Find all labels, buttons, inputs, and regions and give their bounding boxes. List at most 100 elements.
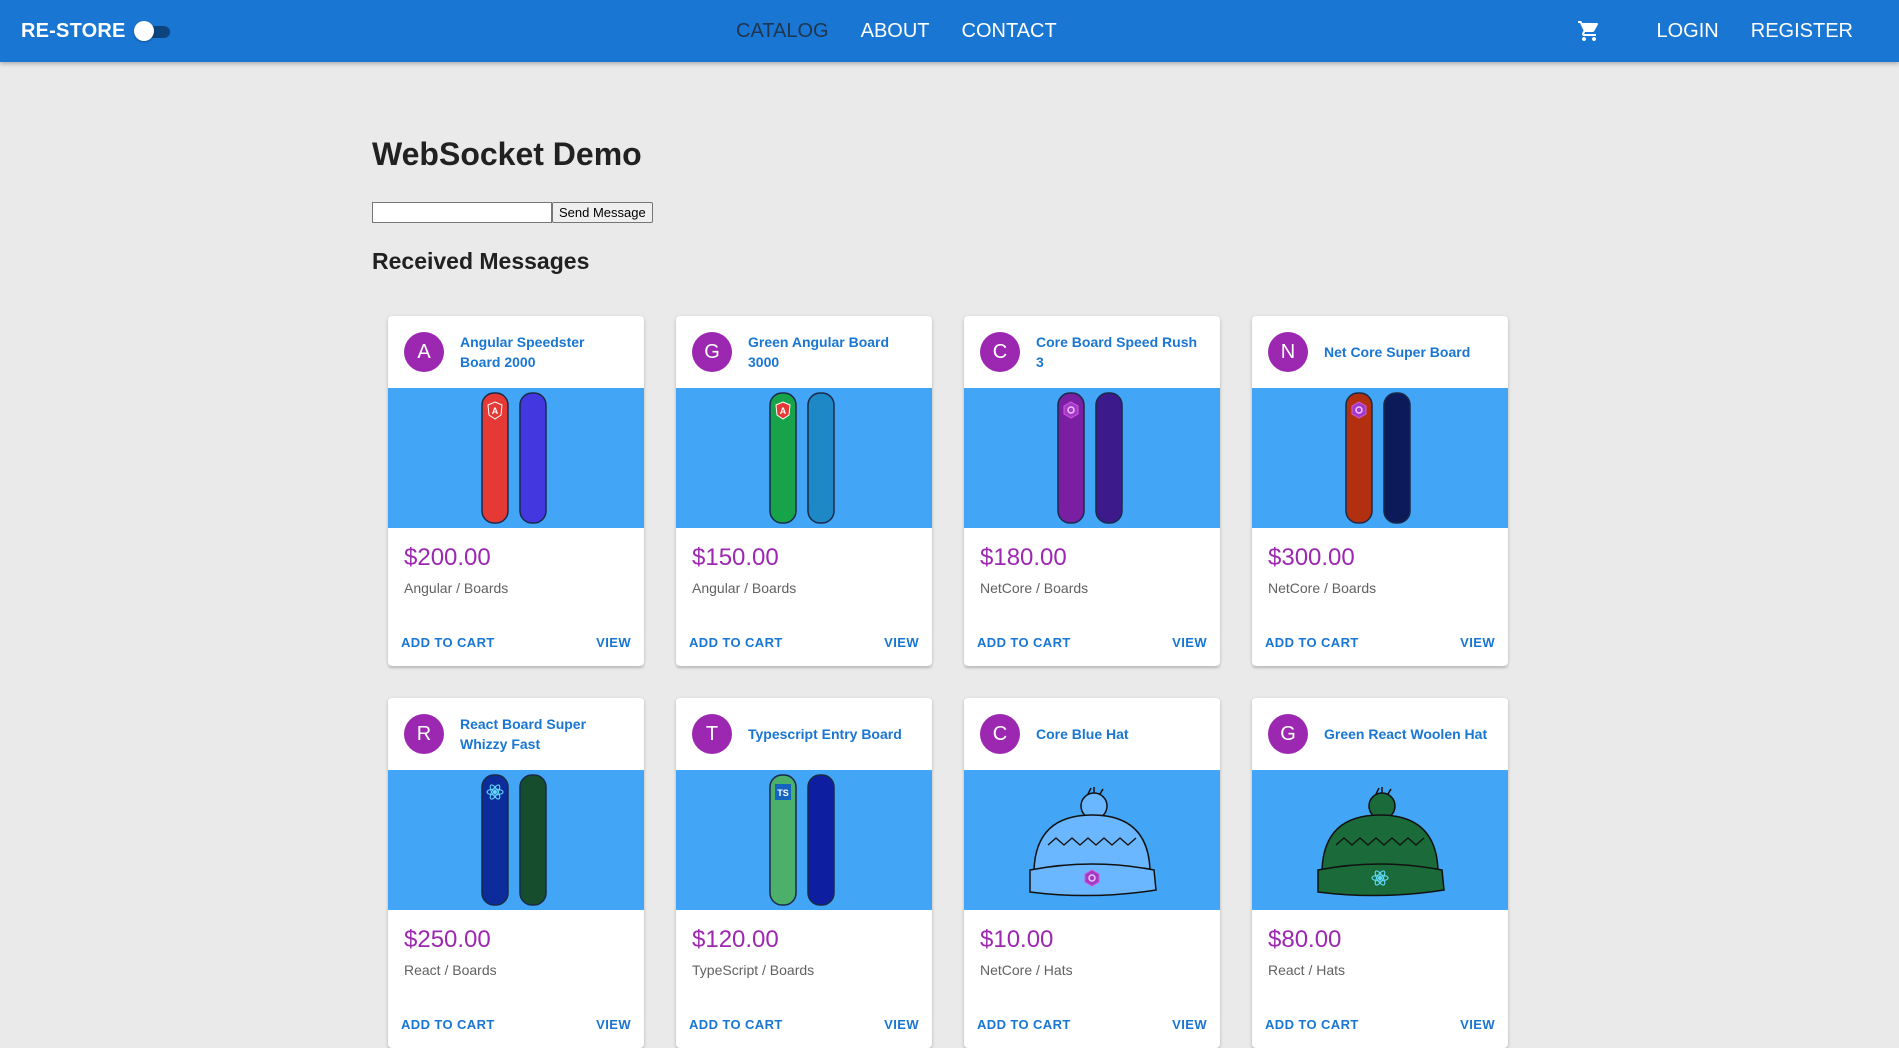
add-to-cart-button[interactable]: ADD TO CART: [972, 629, 1076, 656]
product-card: T Typescript Entry Board TS $120.00 Type…: [676, 698, 932, 1048]
svg-text:A: A: [780, 406, 787, 416]
view-button[interactable]: VIEW: [591, 1011, 636, 1038]
product-image: [964, 770, 1220, 910]
card-header: T Typescript Entry Board: [676, 698, 932, 770]
message-input[interactable]: [372, 202, 552, 223]
main-nav: CATALOG ABOUT CONTACT: [720, 0, 1073, 62]
product-avatar: T: [692, 714, 732, 754]
card-header: N Net Core Super Board: [1252, 316, 1508, 388]
nav-about[interactable]: ABOUT: [845, 20, 946, 43]
product-image: [388, 770, 644, 910]
product-name[interactable]: Typescript Entry Board: [748, 724, 902, 744]
product-name[interactable]: Core Board Speed Rush 3: [1036, 332, 1204, 372]
card-header: G Green React Woolen Hat: [1252, 698, 1508, 770]
product-avatar: R: [404, 714, 444, 754]
product-avatar: G: [692, 332, 732, 372]
product-image: [964, 388, 1220, 528]
add-to-cart-button[interactable]: ADD TO CART: [396, 1011, 500, 1038]
product-name[interactable]: Green Angular Board 3000: [748, 332, 916, 372]
product-name[interactable]: Angular Speedster Board 2000: [460, 332, 628, 372]
dark-mode-switch[interactable]: [133, 20, 172, 42]
add-to-cart-button[interactable]: ADD TO CART: [684, 629, 788, 656]
product-avatar: A: [404, 332, 444, 372]
view-button[interactable]: VIEW: [879, 1011, 924, 1038]
shopping-cart-icon[interactable]: [1577, 19, 1601, 43]
product-card: N Net Core Super Board $300.00 NetCore /…: [1252, 316, 1508, 666]
product-image: [1252, 770, 1508, 910]
product-brand-type: React / Hats: [1268, 962, 1346, 978]
snowboard-icon: TS: [769, 774, 835, 906]
hat-icon: [1029, 787, 1157, 897]
card-header: R React Board Super Whizzy Fast: [388, 698, 644, 770]
add-to-cart-button[interactable]: ADD TO CART: [1260, 1011, 1364, 1038]
view-button[interactable]: VIEW: [1455, 1011, 1500, 1038]
product-card: A Angular Speedster Board 2000 A $200.00…: [388, 316, 644, 666]
snowboard-icon: A: [769, 392, 835, 524]
product-price: $80.00: [1268, 926, 1342, 953]
product-brand-type: TypeScript / Boards: [692, 962, 815, 978]
message-form: Send Message: [372, 202, 653, 223]
product-grid: A Angular Speedster Board 2000 A $200.00…: [388, 316, 1508, 1048]
product-card: G Green React Woolen Hat $80.00 React / …: [1252, 698, 1508, 1048]
product-name[interactable]: Core Blue Hat: [1036, 724, 1129, 744]
view-button[interactable]: VIEW: [1167, 1011, 1212, 1038]
card-header: C Core Blue Hat: [964, 698, 1220, 770]
snowboard-icon: [481, 774, 547, 906]
nav-login[interactable]: LOGIN: [1641, 20, 1735, 43]
card-actions: ADD TO CART VIEW: [388, 624, 644, 660]
product-price: $300.00: [1268, 544, 1355, 571]
product-brand-type: NetCore / Hats: [980, 962, 1073, 978]
add-to-cart-button[interactable]: ADD TO CART: [1260, 629, 1364, 656]
card-actions: ADD TO CART VIEW: [676, 624, 932, 660]
view-button[interactable]: VIEW: [591, 629, 636, 656]
send-message-button[interactable]: Send Message: [552, 202, 653, 223]
product-card: R React Board Super Whizzy Fast $250.00 …: [388, 698, 644, 1048]
view-button[interactable]: VIEW: [1455, 629, 1500, 656]
product-price: $10.00: [980, 926, 1054, 953]
product-image: A: [676, 388, 932, 528]
product-brand-type: NetCore / Boards: [1268, 580, 1377, 596]
switch-thumb: [133, 21, 154, 41]
nav-contact[interactable]: CONTACT: [946, 20, 1073, 43]
card-header: G Green Angular Board 3000: [676, 316, 932, 388]
snowboard-icon: [1345, 392, 1411, 524]
product-card: G Green Angular Board 3000 A $150.00 Ang…: [676, 316, 932, 666]
product-avatar: G: [1268, 714, 1308, 754]
card-actions: ADD TO CART VIEW: [676, 1006, 932, 1042]
card-actions: ADD TO CART VIEW: [964, 1006, 1220, 1042]
product-brand-type: Angular / Boards: [692, 580, 797, 596]
product-price: $250.00: [404, 926, 491, 953]
add-to-cart-button[interactable]: ADD TO CART: [972, 1011, 1076, 1038]
brand: RE-STORE: [21, 0, 172, 62]
product-image: TS: [676, 770, 932, 910]
received-messages-title: Received Messages: [372, 248, 590, 274]
view-button[interactable]: VIEW: [1167, 629, 1212, 656]
app-title[interactable]: RE-STORE: [21, 20, 126, 43]
product-image: A: [388, 388, 644, 528]
product-price: $120.00: [692, 926, 779, 953]
add-to-cart-button[interactable]: ADD TO CART: [684, 1011, 788, 1038]
card-actions: ADD TO CART VIEW: [1252, 624, 1508, 660]
product-brand-type: NetCore / Boards: [980, 580, 1089, 596]
product-name[interactable]: Green React Woolen Hat: [1324, 724, 1487, 744]
product-name[interactable]: React Board Super Whizzy Fast: [460, 714, 628, 754]
product-price: $180.00: [980, 544, 1067, 571]
product-name[interactable]: Net Core Super Board: [1324, 342, 1470, 362]
nav-register[interactable]: REGISTER: [1735, 20, 1869, 43]
product-avatar: N: [1268, 332, 1308, 372]
product-card: C Core Blue Hat $10.00 NetCore / Hats AD…: [964, 698, 1220, 1048]
nav-catalog[interactable]: CATALOG: [720, 20, 845, 43]
snowboard-icon: A: [481, 392, 547, 524]
product-brand-type: React / Boards: [404, 962, 497, 978]
product-brand-type: Angular / Boards: [404, 580, 509, 596]
right-nav: LOGIN REGISTER: [1577, 0, 1870, 62]
card-actions: ADD TO CART VIEW: [964, 624, 1220, 660]
product-price: $200.00: [404, 544, 491, 571]
svg-text:TS: TS: [777, 788, 789, 798]
card-header: A Angular Speedster Board 2000: [388, 316, 644, 388]
product-avatar: C: [980, 714, 1020, 754]
view-button[interactable]: VIEW: [879, 629, 924, 656]
card-actions: ADD TO CART VIEW: [1252, 1006, 1508, 1042]
add-to-cart-button[interactable]: ADD TO CART: [396, 629, 500, 656]
svg-text:A: A: [492, 406, 499, 416]
